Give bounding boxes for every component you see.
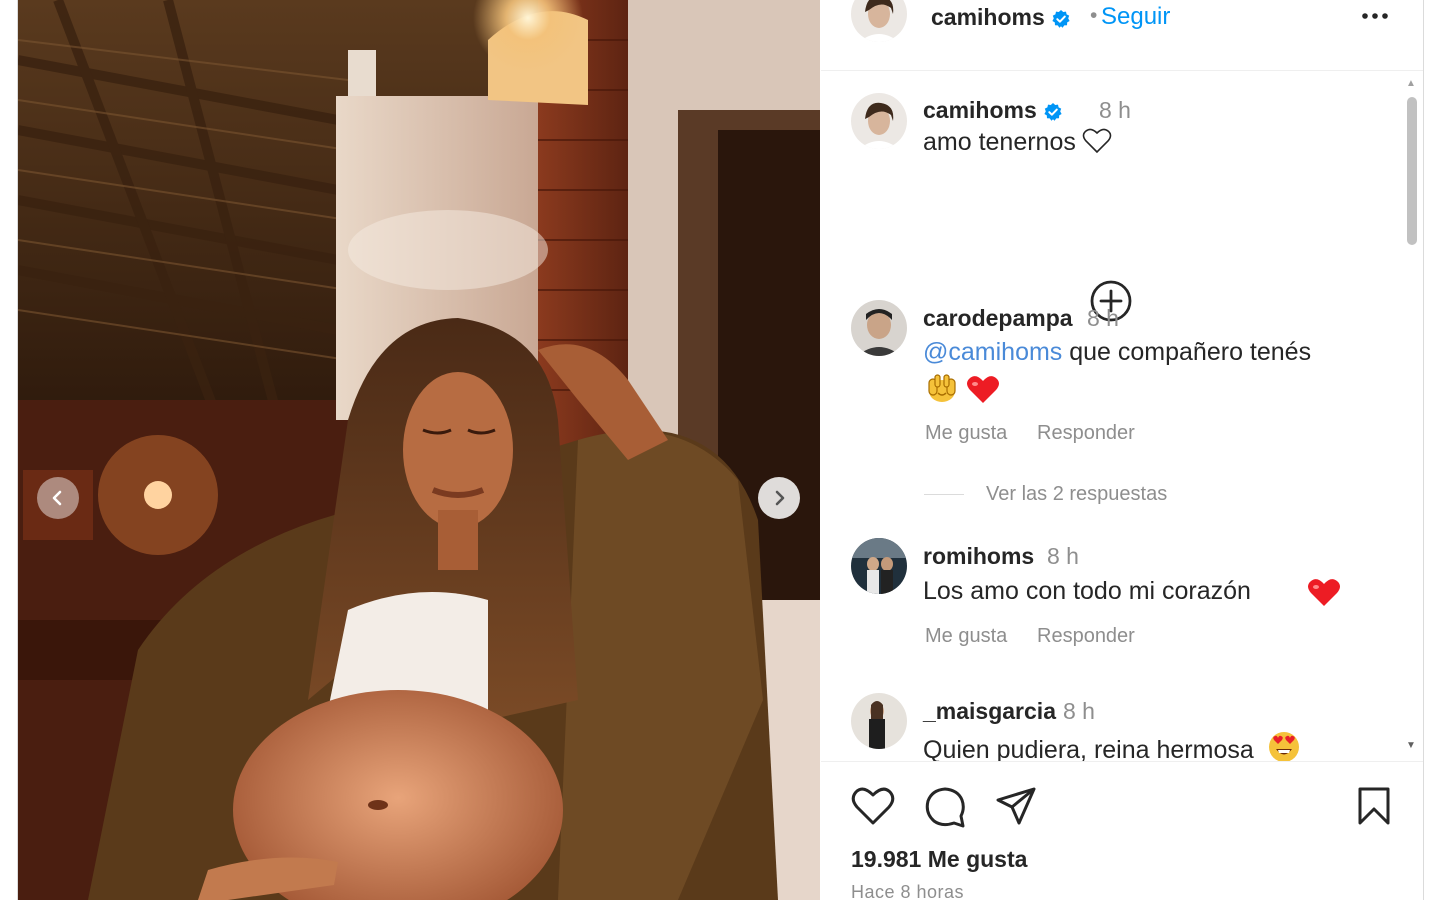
post-header: camihoms • Seguir [821, 0, 1423, 71]
commenter-avatar[interactable] [851, 300, 907, 356]
author-username[interactable]: camihoms [931, 4, 1071, 31]
header-separator: • [1090, 4, 1098, 27]
scrollbar-thumb[interactable] [1407, 97, 1417, 245]
comment-text: Quien pudiera, reina hermosa [923, 730, 1301, 761]
comment-emojis [1307, 578, 1341, 609]
caption-username[interactable]: camihoms [923, 97, 1063, 124]
raising-hands-emoji [928, 374, 956, 402]
reply-button[interactable]: Responder [1037, 422, 1135, 445]
commenter-avatar[interactable] [851, 538, 907, 594]
author-avatar[interactable] [851, 0, 907, 42]
heart-eyes-emoji [1268, 732, 1299, 761]
share-icon [996, 787, 1036, 825]
chevron-left-icon [52, 490, 62, 506]
comment-text: @camihoms que compañero tenés [923, 338, 1312, 366]
comment-time: 8 h [1047, 543, 1079, 569]
caption-avatar[interactable] [851, 93, 907, 149]
comment-username[interactable]: romihoms [923, 543, 1034, 570]
next-photo-button[interactable] [758, 477, 800, 519]
like-button[interactable] [851, 786, 895, 831]
caption-text: amo tenernos [923, 128, 1112, 157]
post-actions: 19.981 Me gusta Hace 8 horas [821, 761, 1423, 902]
photo-illustration [18, 0, 820, 900]
comments-section[interactable]: camihoms 8 h amo tenernos carodepampa 8 … [821, 71, 1423, 761]
verified-badge-icon [1044, 102, 1062, 121]
scroll-down-arrow[interactable]: ▼ [1406, 740, 1416, 751]
more-options-icon [1362, 13, 1388, 19]
save-icon [1358, 787, 1390, 825]
comment-button[interactable] [924, 786, 966, 833]
post-photo[interactable] [18, 0, 820, 900]
share-button[interactable] [995, 786, 1037, 831]
reply-button[interactable]: Responder [1037, 625, 1135, 648]
comment-icon [925, 787, 965, 828]
mention-link[interactable]: @camihoms [923, 338, 1062, 366]
comment-username[interactable]: _maisgarcia [923, 698, 1056, 725]
follow-button[interactable]: Seguir [1101, 3, 1170, 31]
comment-time: 8 h [1087, 305, 1119, 331]
comment-emojis [925, 371, 1000, 406]
white-heart-emoji [1082, 128, 1112, 154]
like-comment-button[interactable]: Me gusta [925, 625, 1007, 648]
commenter-avatar[interactable] [851, 693, 907, 749]
comment-time: 8 h [1063, 698, 1095, 724]
like-comment-button[interactable]: Me gusta [925, 422, 1007, 445]
scroll-up-arrow[interactable]: ▲ [1406, 78, 1416, 89]
comment-username[interactable]: carodepampa [923, 305, 1073, 332]
more-options-button[interactable] [1359, 8, 1391, 29]
comment-text: Los amo con todo mi corazón [923, 577, 1251, 605]
save-button[interactable] [1357, 786, 1391, 831]
chevron-right-icon [775, 490, 785, 506]
red-heart-emoji [1308, 579, 1340, 606]
replies-divider [924, 494, 964, 495]
view-replies-button[interactable]: Ver las 2 respuestas [986, 483, 1167, 506]
red-heart-emoji [966, 376, 999, 403]
likes-count[interactable]: 19.981 Me gusta [851, 846, 1027, 873]
previous-photo-button[interactable] [37, 477, 79, 519]
caption-time: 8 h [1099, 97, 1131, 123]
heart-icon [851, 787, 895, 825]
post-side-panel: camihoms • Seguir camihoms 8 h amo tener… [821, 0, 1423, 902]
instagram-post: camihoms • Seguir camihoms 8 h amo tener… [17, 0, 1424, 902]
verified-badge-icon [1052, 9, 1070, 28]
